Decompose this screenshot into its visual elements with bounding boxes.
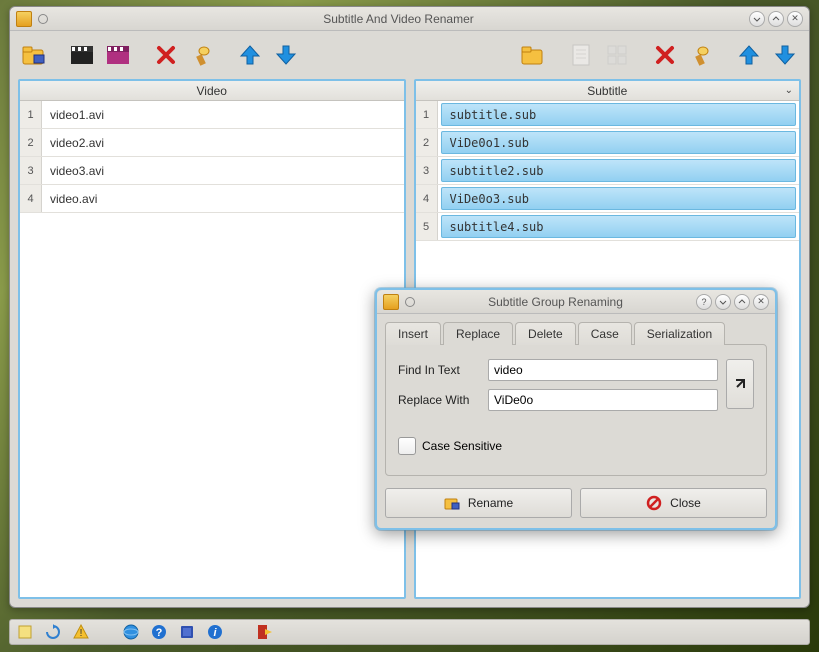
row-number: 2	[416, 129, 438, 156]
dialog-min-button[interactable]	[715, 294, 731, 310]
row-number: 4	[416, 185, 438, 212]
tab-serialization[interactable]: Serialization	[634, 322, 725, 345]
dialog-titlebar: Subtitle Group Renaming ? ✕	[377, 290, 775, 314]
move-up-video-button[interactable]	[234, 39, 266, 71]
video-filename: video1.avi	[42, 101, 404, 128]
row-number: 3	[20, 157, 42, 184]
row-number: 4	[20, 185, 42, 212]
clear-video-button[interactable]	[186, 39, 218, 71]
add-folder-subtitle-button[interactable]	[517, 39, 549, 71]
tab-replace[interactable]: Replace	[443, 322, 513, 345]
subtitle-panel-header[interactable]: Subtitle ⌄	[416, 81, 800, 101]
subtitle-row[interactable]: 1subtitle.sub	[416, 101, 800, 129]
video-filename: video2.avi	[42, 129, 404, 156]
subtitle-row[interactable]: 2ViDe0o1.sub	[416, 129, 800, 157]
swap-button[interactable]	[726, 359, 754, 409]
maximize-button[interactable]	[768, 11, 784, 27]
find-label: Find In Text	[398, 363, 480, 377]
move-up-subtitle-button[interactable]	[733, 39, 765, 71]
video-filename: video3.avi	[42, 157, 404, 184]
row-number: 1	[416, 101, 438, 128]
case-sensitive-checkbox[interactable]	[398, 437, 416, 455]
delete-video-button[interactable]	[150, 39, 182, 71]
row-number: 5	[416, 213, 438, 240]
grid-icon[interactable]	[601, 39, 633, 71]
pin-icon[interactable]	[38, 14, 48, 24]
subtitle-filename: subtitle2.sub	[441, 159, 797, 182]
row-number: 1	[20, 101, 42, 128]
rename-icon	[444, 495, 460, 511]
replace-input[interactable]	[488, 389, 718, 411]
subtitle-header-label: Subtitle	[587, 84, 627, 98]
case-sensitive-label: Case Sensitive	[422, 439, 502, 453]
dialog-title: Subtitle Group Renaming	[415, 295, 696, 309]
row-number: 2	[20, 129, 42, 156]
subtitle-row[interactable]: 4ViDe0o3.sub	[416, 185, 800, 213]
dialog-tabs: Insert Replace Delete Case Serialization	[385, 322, 767, 345]
dialog-app-icon	[383, 294, 399, 310]
tray-info-icon[interactable]: i	[206, 623, 224, 641]
close-dialog-button[interactable]: Close	[580, 488, 767, 518]
tab-insert[interactable]: Insert	[385, 322, 441, 345]
svg-text:!: !	[80, 628, 83, 639]
rename-button-label: Rename	[468, 496, 513, 510]
video-file-list[interactable]: 1video1.avi2video2.avi3video3.avi4video.…	[20, 101, 404, 597]
subtitle-filename: ViDe0o3.sub	[441, 187, 797, 210]
main-titlebar: Subtitle And Video Renamer ✕	[10, 7, 809, 31]
video-row[interactable]: 3video3.avi	[20, 157, 404, 185]
document-icon[interactable]	[565, 39, 597, 71]
tray-warning-icon[interactable]: !	[72, 623, 90, 641]
svg-text:?: ?	[156, 627, 163, 639]
subtitle-filename: subtitle.sub	[441, 103, 797, 126]
add-folder-video-button[interactable]	[18, 39, 50, 71]
dialog-max-button[interactable]	[734, 294, 750, 310]
window-title: Subtitle And Video Renamer	[48, 12, 749, 26]
dialog-close-button[interactable]: ✕	[753, 294, 769, 310]
close-button-label: Close	[670, 496, 701, 510]
video-row[interactable]: 1video1.avi	[20, 101, 404, 129]
replace-label: Replace With	[398, 393, 480, 407]
dialog-help-button[interactable]: ?	[696, 294, 712, 310]
tab-content-replace: Find In Text Replace With Case Sensitive	[385, 344, 767, 476]
pin-icon[interactable]	[405, 297, 415, 307]
tray-exit-icon[interactable]	[256, 623, 274, 641]
tray-refresh-icon[interactable]	[44, 623, 62, 641]
rename-dialog: Subtitle Group Renaming ? ✕ Insert Repla…	[375, 288, 777, 530]
delete-subtitle-button[interactable]	[649, 39, 681, 71]
clapperboard-icon[interactable]	[66, 39, 98, 71]
tray-help-icon[interactable]: ?	[150, 623, 168, 641]
subtitle-filename: ViDe0o1.sub	[441, 131, 797, 154]
subtitle-filename: subtitle4.sub	[441, 215, 797, 238]
move-down-subtitle-button[interactable]	[769, 39, 801, 71]
move-down-video-button[interactable]	[270, 39, 302, 71]
toolbar	[10, 31, 809, 79]
chevron-down-icon: ⌄	[785, 85, 793, 96]
tray-globe-icon[interactable]	[122, 623, 140, 641]
close-button[interactable]: ✕	[787, 11, 803, 27]
tray-note-icon[interactable]	[16, 623, 34, 641]
system-tray: ! ? i	[9, 619, 810, 645]
prohibit-icon	[646, 495, 662, 511]
row-number: 3	[416, 157, 438, 184]
video-row[interactable]: 2video2.avi	[20, 129, 404, 157]
video-panel-header: Video	[20, 81, 404, 101]
subtitle-row[interactable]: 3subtitle2.sub	[416, 157, 800, 185]
clear-subtitle-button[interactable]	[685, 39, 717, 71]
tray-book-icon[interactable]	[178, 623, 196, 641]
subtitle-row[interactable]: 5subtitle4.sub	[416, 213, 800, 241]
tab-case[interactable]: Case	[578, 322, 632, 345]
tab-delete[interactable]: Delete	[515, 322, 576, 345]
video-row[interactable]: 4video.avi	[20, 185, 404, 213]
rename-button[interactable]: Rename	[385, 488, 572, 518]
video-panel: Video 1video1.avi2video2.avi3video3.avi4…	[18, 79, 406, 599]
video-filename: video.avi	[42, 185, 404, 212]
minimize-button[interactable]	[749, 11, 765, 27]
clapperboard-color-icon[interactable]	[102, 39, 134, 71]
find-input[interactable]	[488, 359, 718, 381]
app-icon	[16, 11, 32, 27]
